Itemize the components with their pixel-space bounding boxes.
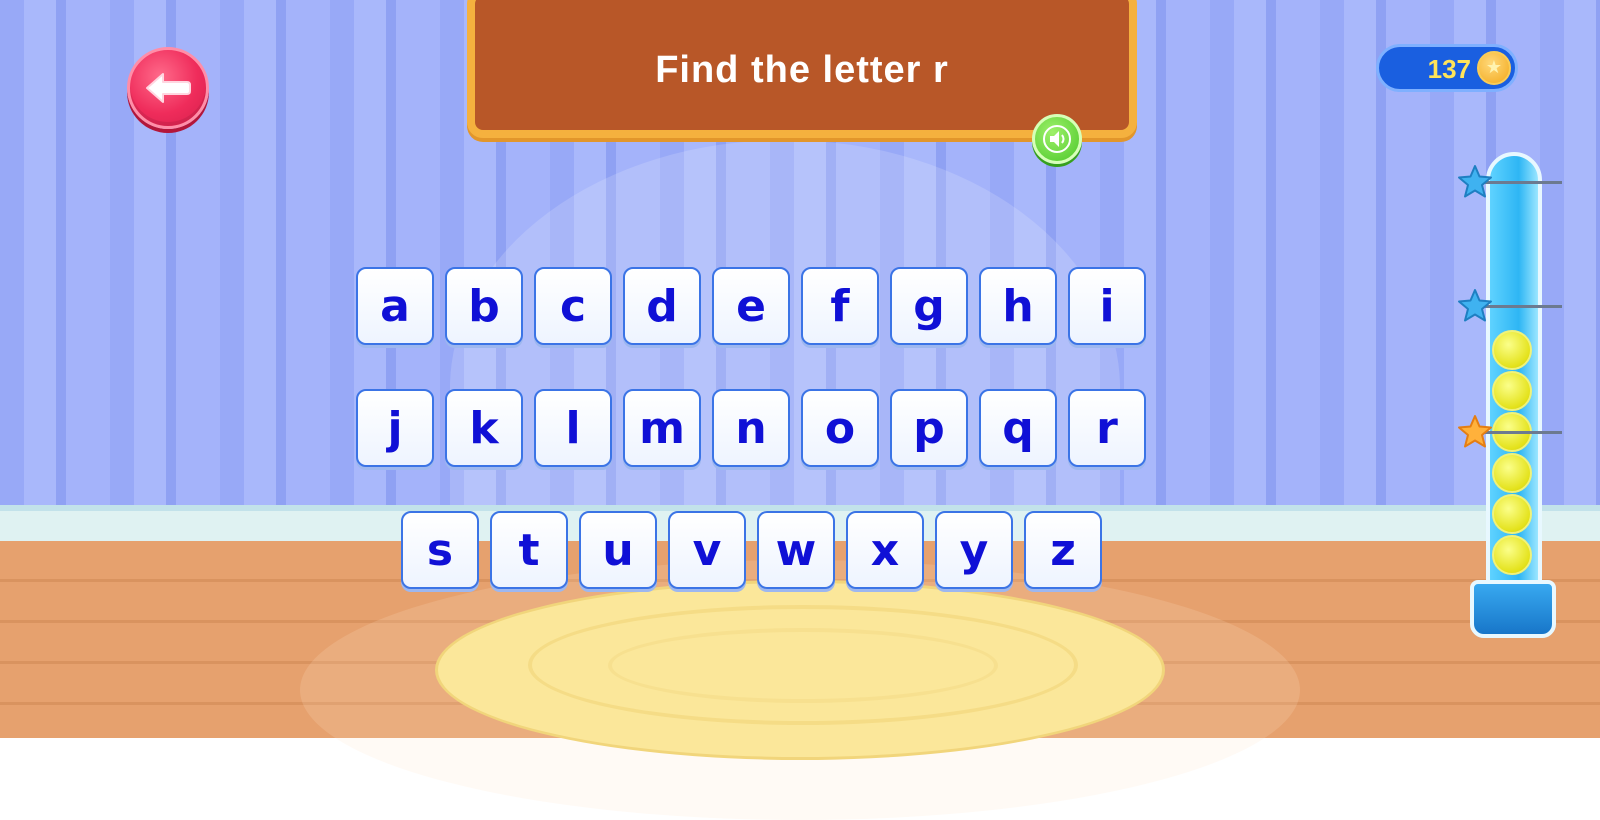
- letter-key-i[interactable]: i: [1068, 267, 1146, 345]
- letter-key-u[interactable]: u: [579, 511, 657, 589]
- letter-key-p[interactable]: p: [890, 389, 968, 467]
- letter-key-t[interactable]: t: [490, 511, 568, 589]
- letter-key-q[interactable]: q: [979, 389, 1057, 467]
- letter-key-h[interactable]: h: [979, 267, 1057, 345]
- letter-key-r[interactable]: r: [1068, 389, 1146, 467]
- letter-key-o[interactable]: o: [801, 389, 879, 467]
- letter-key-g[interactable]: g: [890, 267, 968, 345]
- letter-key-m[interactable]: m: [623, 389, 701, 467]
- letter-key-j[interactable]: j: [356, 389, 434, 467]
- letter-key-b[interactable]: b: [445, 267, 523, 345]
- letter-key-f[interactable]: f: [801, 267, 879, 345]
- letter-key-y[interactable]: y: [935, 511, 1013, 589]
- letter-key-c[interactable]: c: [534, 267, 612, 345]
- letter-key-s[interactable]: s: [401, 511, 479, 589]
- letter-key-z[interactable]: z: [1024, 511, 1102, 589]
- letter-key-w[interactable]: w: [757, 511, 835, 589]
- letter-key-e[interactable]: e: [712, 267, 790, 345]
- letter-key-v[interactable]: v: [668, 511, 746, 589]
- letter-key-x[interactable]: x: [846, 511, 924, 589]
- letter-key-a[interactable]: a: [356, 267, 434, 345]
- letter-keyboard: abcdefghi jklmnopqr stuvwxyz: [0, 0, 1600, 738]
- letter-key-l[interactable]: l: [534, 389, 612, 467]
- letter-key-d[interactable]: d: [623, 267, 701, 345]
- letter-key-k[interactable]: k: [445, 389, 523, 467]
- letter-key-n[interactable]: n: [712, 389, 790, 467]
